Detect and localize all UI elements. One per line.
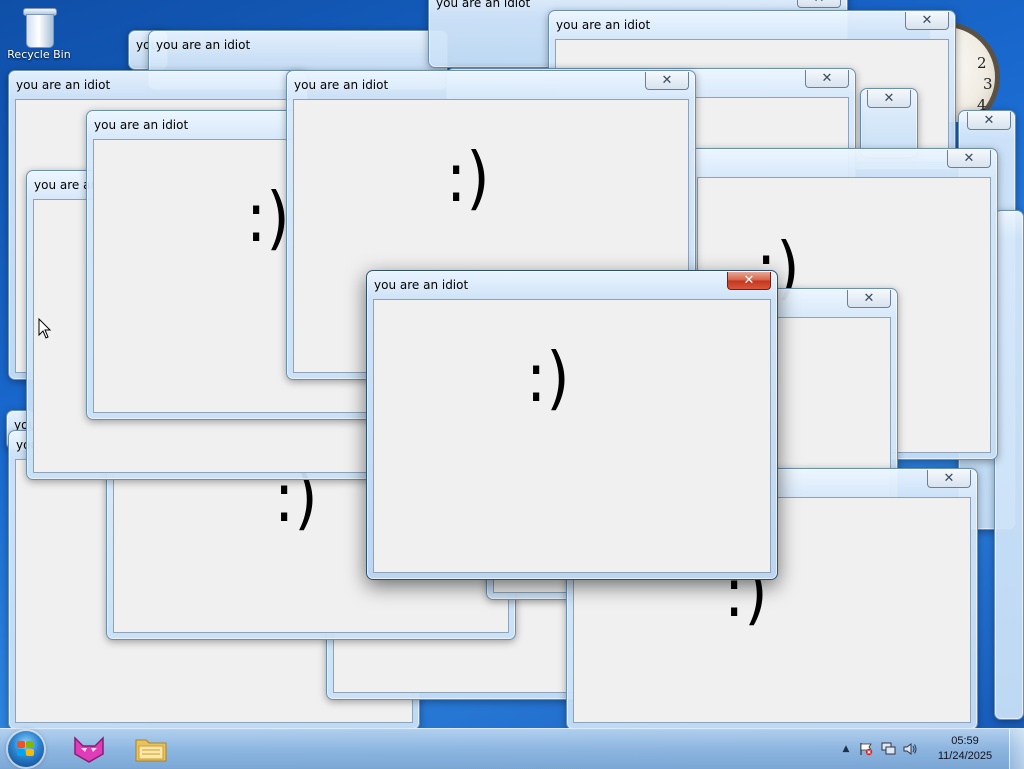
volume-icon[interactable] — [902, 742, 918, 756]
close-button[interactable]: ✕ — [847, 290, 891, 308]
clock-time: 05:59 — [951, 735, 979, 747]
system-tray: ▲ 05:59 11/24/2025 — [834, 729, 1024, 769]
close-button[interactable]: ✕ — [927, 470, 971, 488]
close-button[interactable]: ✕ — [967, 112, 1011, 130]
window-title: you are an idiot — [94, 118, 189, 132]
smiley-text: :) — [246, 177, 290, 259]
smiley-text: :) — [446, 137, 490, 219]
clock-number: 2 — [977, 54, 987, 72]
taskbar: ▲ 05:59 11/24/2025 — [0, 728, 1024, 769]
close-button[interactable]: ✕ — [947, 150, 991, 168]
network-icon[interactable] — [880, 742, 896, 756]
close-button[interactable]: ✕ — [797, 0, 841, 8]
start-button[interactable] — [8, 731, 44, 767]
clock-date: 11/24/2025 — [937, 750, 993, 762]
mouse-cursor-icon — [38, 318, 52, 339]
recycle-bin-icon — [22, 6, 57, 48]
window-title: you are an idiot — [556, 18, 651, 32]
window-client-area: :) — [373, 299, 771, 573]
show-hidden-icons-button[interactable]: ▲ — [838, 742, 854, 756]
idiot-window[interactable] — [994, 210, 1024, 720]
clock-number: 3 — [983, 75, 993, 93]
close-button[interactable]: ✕ — [727, 272, 771, 290]
windows-flag-icon — [17, 741, 35, 757]
taskbar-app-explorer[interactable] — [124, 732, 178, 766]
recycle-bin-shortcut[interactable]: Recycle Bin — [6, 6, 72, 61]
idiot-window-active[interactable]: you are an idiot ✕ :) — [366, 270, 778, 580]
window-title: you are an idiot — [436, 0, 531, 10]
pink-cat-icon — [74, 736, 104, 763]
close-button[interactable]: ✕ — [905, 12, 949, 30]
action-center-flag-icon[interactable] — [858, 742, 874, 756]
show-desktop-button[interactable] — [1009, 729, 1024, 769]
smiley-text: :) — [526, 337, 570, 419]
window-title: you are an idiot — [16, 78, 111, 92]
window-title: you are an idiot — [156, 38, 251, 52]
window-title: you are an idiot — [294, 78, 389, 92]
close-button[interactable]: ✕ — [867, 90, 911, 108]
close-button[interactable]: ✕ — [805, 70, 849, 88]
taskbar-app-cat[interactable] — [62, 732, 116, 766]
window-title: you are an idiot — [374, 278, 469, 292]
recycle-bin-label: Recycle Bin — [7, 48, 71, 61]
close-button[interactable]: ✕ — [645, 72, 689, 90]
desktop: Recycle Bin 2 3 4 you are an idiot you a… — [0, 0, 1024, 730]
taskbar-clock[interactable]: 05:59 11/24/2025 — [930, 734, 1000, 764]
folder-icon — [135, 739, 167, 762]
